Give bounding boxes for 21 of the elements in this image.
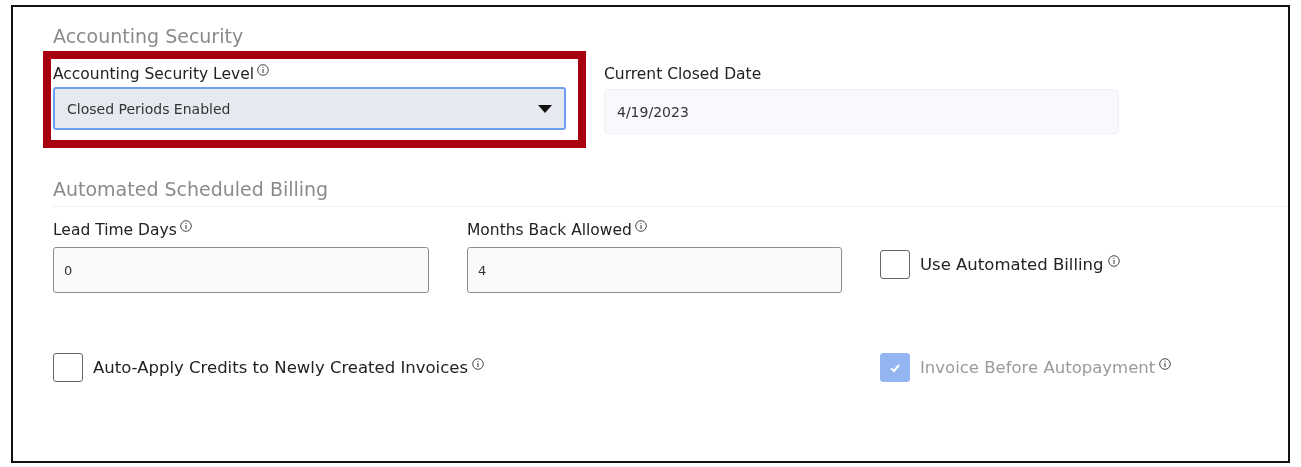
input-field[interactable]: 4 xyxy=(467,247,842,293)
caret-icon xyxy=(538,104,552,113)
checkbox-label: Use Automated Billing xyxy=(920,255,1104,274)
field-label: Current Closed Date xyxy=(604,65,762,83)
info-icon[interactable] xyxy=(472,357,485,370)
field-label: Months Back Allowed xyxy=(467,221,632,239)
section-title: Automated Scheduled Billing xyxy=(53,178,1288,207)
checkbox-label: Auto-Apply Credits to Newly Created Invoices xyxy=(93,358,469,377)
info-icon[interactable] xyxy=(634,220,647,232)
info-icon[interactable] xyxy=(257,64,269,76)
field-label: Lead Time Days xyxy=(53,221,177,239)
checkbox[interactable] xyxy=(53,353,83,382)
security-level-dropdown[interactable]: Closed Periods Enabled xyxy=(53,87,566,130)
checkbox[interactable] xyxy=(880,250,910,279)
field-label: Accounting Security Level xyxy=(53,65,254,83)
closed-date-field: 4/19/2023 xyxy=(604,89,1119,134)
info-icon[interactable] xyxy=(179,220,192,232)
checkbox-label: Invoice Before Autopayment xyxy=(920,358,1156,377)
section-title: Accounting Security xyxy=(53,25,245,49)
info-icon[interactable] xyxy=(1107,254,1120,267)
input-field[interactable]: 0 xyxy=(53,247,429,293)
